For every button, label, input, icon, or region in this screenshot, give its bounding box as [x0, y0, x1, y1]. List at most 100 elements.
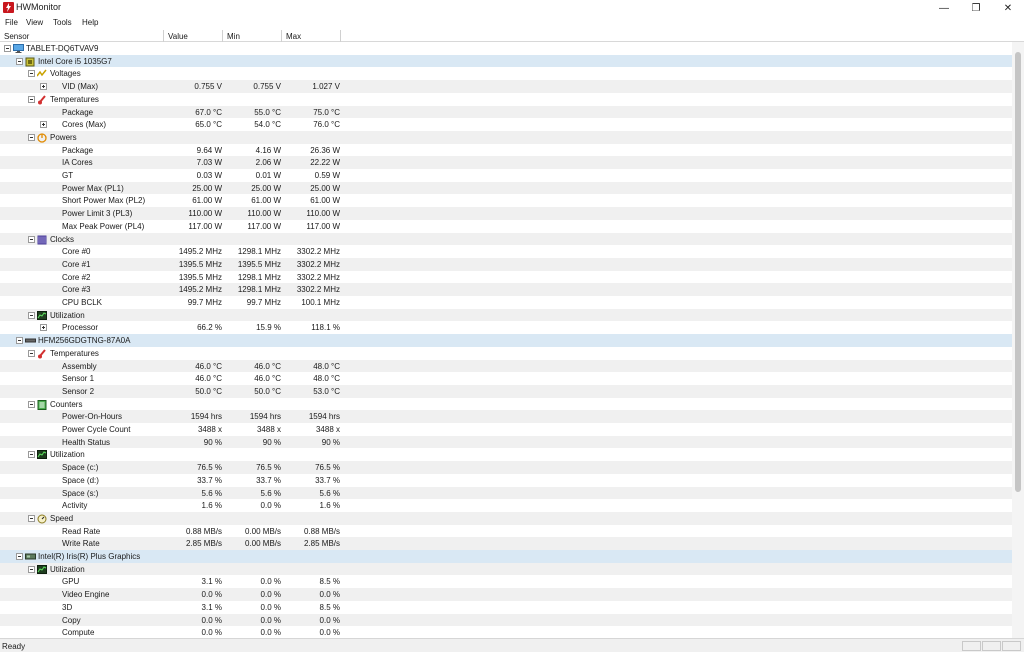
collapse-icon[interactable]: [28, 95, 35, 103]
min-cell: 0.0 %: [260, 602, 281, 612]
minimize-button[interactable]: —: [928, 0, 960, 16]
sensor-row[interactable]: Power Limit 3 (PL3) 110.00 W 110.00 W 110.0…: [0, 207, 1012, 220]
sensor-row[interactable]: Activity 1.6 % 0.0 % 1.6 %: [0, 499, 1012, 512]
sensor-row[interactable]: Space (s:) 5.6 % 5.6 % 5.6 %: [0, 486, 1012, 500]
sensor-row[interactable]: Read Rate 0.88 MB/s 0.00 MB/s 0.88 MB/s: [0, 525, 1012, 538]
column-sensor[interactable]: Sensor: [0, 30, 164, 42]
expand-icon[interactable]: [40, 324, 47, 332]
sensor-row[interactable]: 3D 3.1 % 0.0 % 8.5 %: [0, 601, 1012, 614]
min-cell: 50.0 °C: [254, 386, 281, 396]
sensor-row[interactable]: Core #1 1395.5 MHz 1395.5 MHz 3302.2 MHz: [0, 257, 1012, 271]
column-value[interactable]: Value: [164, 30, 223, 42]
sensor-row[interactable]: Space (c:) 76.5 % 76.5 % 76.5 %: [0, 461, 1012, 474]
sensor-row[interactable]: Core #3 1495.2 MHz 1298.1 MHz 3302.2 MHz: [0, 283, 1012, 296]
collapse-icon[interactable]: [4, 45, 11, 52]
collapse-icon[interactable]: [28, 514, 35, 522]
sensor-row[interactable]: Space (d:) 33.7 % 33.7 % 33.7 %: [0, 474, 1012, 487]
sensor-row[interactable]: Compute 0.0 % 0.0 % 0.0 %: [0, 626, 1012, 638]
vertical-scrollbar[interactable]: [1012, 42, 1024, 638]
column-max[interactable]: Max: [282, 30, 341, 42]
min-cell: 76.5 %: [256, 463, 281, 473]
collapse-icon[interactable]: [28, 311, 35, 319]
sensor-row[interactable]: Cores (Max) 65.0 °C 54.0 °C 76.0 °C: [0, 118, 1012, 131]
category-row[interactable]: Utilization: [0, 448, 1012, 461]
category-row[interactable]: Clocks: [0, 232, 1012, 246]
menu-file[interactable]: File: [5, 18, 18, 27]
max-cell: 118.1 %: [311, 323, 340, 333]
sensor-row[interactable]: Core #0 1495.2 MHz 1298.1 MHz 3302.2 MHz: [0, 245, 1012, 258]
sensor-row[interactable]: GT 0.03 W 0.01 W 0.59 W: [0, 169, 1012, 182]
collapse-icon[interactable]: [28, 349, 35, 357]
column-min[interactable]: Min: [223, 30, 282, 42]
maximize-button[interactable]: ❐: [960, 0, 992, 16]
max-cell: 1594 hrs: [308, 412, 340, 422]
collapse-icon[interactable]: [28, 235, 35, 243]
category-row[interactable]: Speed: [0, 511, 1012, 525]
sensor-row[interactable]: Assembly 46.0 °C 46.0 °C 48.0 °C: [0, 359, 1012, 373]
expand-icon[interactable]: [40, 121, 47, 129]
menu-tools[interactable]: Tools: [53, 18, 72, 27]
category-row[interactable]: Temperatures: [0, 93, 1012, 106]
sensor-row[interactable]: Power-On-Hours 1594 hrs 1594 hrs 1594 hrs: [0, 410, 1012, 423]
sensor-row[interactable]: Short Power Max (PL2) 61.00 W 61.00 W 61.00…: [0, 194, 1012, 207]
sensor-label: Power-On-Hours: [62, 412, 123, 422]
expand-icon[interactable]: [40, 83, 47, 91]
collapse-icon[interactable]: [28, 451, 35, 459]
device-row[interactable]: Intel Core i5 1035G7: [0, 54, 1012, 68]
min-cell: 99.7 MHz: [246, 298, 281, 307]
collapse-icon[interactable]: [16, 337, 23, 345]
sensor-row[interactable]: CPU BCLK 99.7 MHz 99.7 MHz 100.1 MHz: [0, 296, 1012, 309]
category-row[interactable]: Temperatures: [0, 347, 1012, 360]
min-cell: 1298.1 MHz: [237, 247, 281, 257]
max-cell: 48.0 °C: [313, 374, 340, 384]
category-row[interactable]: Powers: [0, 130, 1012, 144]
min-cell: 0.0 %: [260, 628, 281, 638]
menu-help[interactable]: Help: [82, 18, 98, 27]
sensor-row[interactable]: Processor 66.2 % 15.9 % 118.1 %: [0, 321, 1012, 334]
menu-view[interactable]: View: [26, 18, 43, 27]
value-cell: 3488 x: [197, 425, 222, 434]
device-row[interactable]: Intel(R) Iris(R) Plus Graphics: [0, 550, 1012, 563]
collapse-icon[interactable]: [28, 565, 35, 573]
sensor-row[interactable]: Health Status 90 % 90 % 90 %: [0, 435, 1012, 449]
max-cell: 26.36 W: [310, 145, 340, 155]
speed-icon: [37, 514, 47, 524]
collapse-icon[interactable]: [28, 133, 35, 141]
sensor-label: Clocks: [50, 234, 75, 244]
collapse-icon[interactable]: [16, 553, 23, 560]
sensor-row[interactable]: Package 67.0 °C 55.0 °C 75.0 °C: [0, 105, 1012, 119]
max-cell: 0.0 %: [319, 590, 340, 600]
category-row[interactable]: Utilization: [0, 308, 1012, 322]
category-row[interactable]: Counters: [0, 398, 1012, 411]
sensor-row[interactable]: GPU 3.1 % 0.0 % 8.5 %: [0, 575, 1012, 588]
device-row[interactable]: TABLET-DQ6TVAV9: [0, 42, 1012, 55]
sensor-row[interactable]: Power Cycle Count 3488 x 3488 x 3488 x: [0, 423, 1012, 436]
min-cell: 46.0 °C: [254, 374, 281, 384]
category-row[interactable]: Utilization: [0, 562, 1012, 576]
device-row[interactable]: HFM256GDGTNG-87A0A: [0, 334, 1012, 347]
sensor-row[interactable]: Power Max (PL1) 25.00 W 25.00 W 25.00 W: [0, 181, 1012, 195]
sensor-row[interactable]: Write Rate 2.85 MB/s 0.00 MB/s 2.85 MB/s: [0, 537, 1012, 550]
value-cell: 90 %: [203, 437, 222, 447]
category-row[interactable]: Voltages: [0, 67, 1012, 80]
min-cell: 0.01 W: [255, 171, 281, 180]
sensor-row[interactable]: Package 9.64 W 4.16 W 26.36 W: [0, 144, 1012, 157]
collapse-icon[interactable]: [16, 57, 23, 65]
sensor-row[interactable]: Copy 0.0 % 0.0 % 0.0 %: [0, 613, 1012, 627]
value-cell: 0.88 MB/s: [185, 526, 222, 536]
sensor-row[interactable]: Video Engine 0.0 % 0.0 % 0.0 %: [0, 588, 1012, 601]
value-cell: 1.6 %: [201, 501, 222, 511]
sensor-tree[interactable]: TABLET-DQ6TVAV9 Intel Core i5 1035G7 Volta…: [0, 42, 1012, 638]
collapse-icon[interactable]: [28, 400, 35, 408]
sensor-row[interactable]: IA Cores 7.03 W 2.06 W 22.22 W: [0, 156, 1012, 169]
max-cell: 3488 x: [315, 425, 340, 434]
scrollbar-thumb[interactable]: [1015, 52, 1021, 492]
collapse-icon[interactable]: [28, 70, 35, 78]
sensor-row[interactable]: VID (Max) 0.755 V 0.755 V 1.027 V: [0, 80, 1012, 93]
sensor-row[interactable]: Max Peak Power (PL4) 117.00 W 117.00 W 117.…: [0, 220, 1012, 233]
close-button[interactable]: ✕: [992, 0, 1024, 16]
sensor-row[interactable]: Core #2 1395.5 MHz 1298.1 MHz 3302.2 MHz: [0, 271, 1012, 284]
max-cell: 0.59 W: [314, 171, 340, 180]
sensor-row[interactable]: Sensor 1 46.0 °C 46.0 °C 48.0 °C: [0, 372, 1012, 385]
sensor-row[interactable]: Sensor 2 50.0 °C 50.0 °C 53.0 °C: [0, 384, 1012, 398]
